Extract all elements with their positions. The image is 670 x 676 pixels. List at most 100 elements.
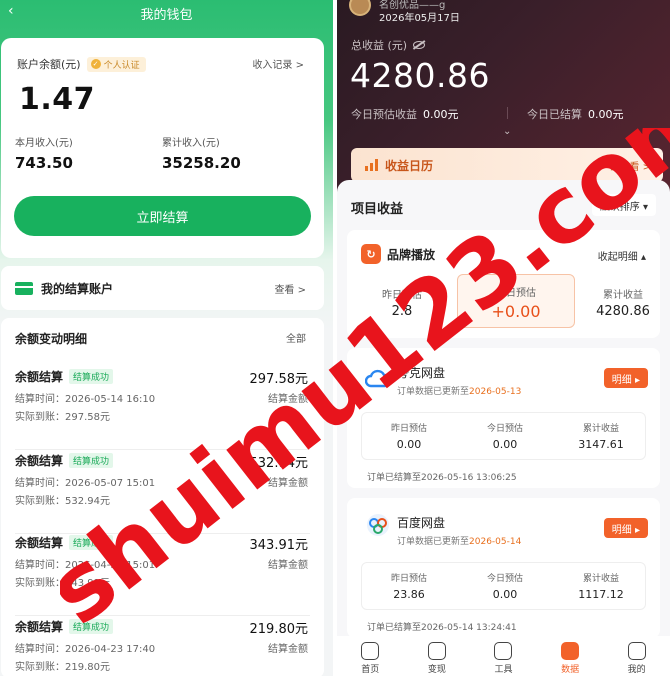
earnings-calendar-bar[interactable]: 收益日历 去看看 > [351,148,663,182]
tab-mine[interactable]: 我的 [603,636,670,676]
platform-settled-time: 订单已结算至2026-05-16 13:06:25 [367,473,517,483]
tab-data[interactable]: 数据 [537,636,604,676]
record-amount-label: 结算金额 [268,560,308,571]
brand-total: 累计收益 4280.86 [573,286,670,319]
settlement-record[interactable]: 余额结算 结算成功 结算时间：2026-05-14 16:10 实际到账：297.… [1,368,324,450]
brand-today: 今日预估 +0.00 [457,274,575,328]
tab-home[interactable]: 首页 [337,636,404,676]
month-income-value: 743.50 [15,154,73,172]
platform-updated-date: 2026-05-13 [469,387,522,397]
record-time: 结算时间：2026-04-23 17:40 [15,644,156,655]
total-earnings-label-row: 总收益 (元) [351,37,426,53]
record-amount: 532.94元 [249,456,309,471]
sort-dropdown[interactable]: 默认排序 ▾ [591,194,656,216]
balance-value: 1.47 [19,82,96,117]
platform-updated-label: 订单数据已更新至 [397,387,470,397]
collapse-details-toggle[interactable]: 收起明细 ▴ [598,248,646,263]
brand-total-label: 累计收益 [603,290,643,301]
platform-detail-button[interactable]: 明细 ▸ [603,368,648,388]
divider [15,615,310,616]
monetize-icon [427,642,446,660]
record-time: 结算时间：2026-05-14 16:10 [15,394,156,405]
settlement-record[interactable]: 余额结算 结算成功 结算时间：2026-04-30 15:01 实际到账：343.… [1,534,324,616]
stat-value: 3147.61 [578,438,624,451]
tab-tools[interactable]: 工具 [470,636,537,676]
total-earnings-value: 4280.86 [350,56,490,95]
settle-account-view-link[interactable]: 查看 > [274,281,306,296]
platform-stats: 昨日预估 0.00 今日预估 0.00 累计收益 3147.61 [361,412,646,460]
settlement-record[interactable]: 余额结算 结算成功 结算时间：2026-05-07 15:01 实际到账：532.… [1,452,324,534]
tab-label: 首页 [361,665,380,675]
avatar[interactable] [349,0,371,16]
verified-badge: ✓ 个人认证 [86,56,146,72]
status-badge: 结算成功 [69,369,114,384]
platform-card-quark: 夸克网盘 订单数据已更新至2026-05-13 明细 ▸ 昨日预估 0.00 今日… [347,348,660,488]
month-income-label: 本月收入(元) [15,138,73,149]
record-paid: 实际到账：532.94元 [15,496,110,507]
platform-name: 夸克网盘 [397,366,446,380]
bank-card-icon [15,281,33,295]
tab-label: 工具 [494,665,513,675]
platform-card-baidu: 百度网盘 订单数据已更新至2026-05-14 明细 ▸ 昨日预估 23.86 今… [347,498,660,638]
today-settled-label: 今日已结算 [527,108,582,121]
tab-label: 我的 [627,665,646,675]
stat-label: 今日预估 [486,424,523,434]
balance-label-row: 账户余额(元) ✓ 个人认证 [17,56,146,72]
stat-label: 累计收益 [582,574,619,584]
status-badge: 结算成功 [69,453,114,468]
cloud-icon [365,369,391,388]
total-income-value: 35258.20 [162,154,241,172]
settle-now-button[interactable]: 立即结算 [14,196,311,236]
record-amount-label: 结算金额 [268,478,308,489]
today-settled: 今日已结算 0.00元 [527,106,624,122]
brand-play-name: 品牌播放 [387,248,436,262]
brand-yesterday-label: 昨日预估 [382,290,422,301]
platform-stats: 昨日预估 23.86 今日预估 0.00 累计收益 1117.12 [361,562,646,610]
settle-account-row[interactable]: 我的结算账户 查看 > [1,266,324,310]
divider [15,449,310,450]
balance-changes-all-link[interactable]: 全部 [286,330,306,345]
tools-icon [494,642,513,660]
stat-label: 累计收益 [582,424,619,434]
project-earnings-panel: 项目收益 默认排序 ▾ ↻ 品牌播放 收起明细 ▴ 昨日预估 2.8 今日预估 +0… [337,180,670,650]
platform-detail-button[interactable]: 明细 ▸ [603,518,648,538]
stat-value: 0.00 [492,438,518,451]
eye-off-icon[interactable] [413,41,426,49]
platform-name: 百度网盘 [397,516,446,530]
earnings-screen: 名创优品——g 2026年05月17日 总收益 (元) 4280.86 今日预估… [337,0,670,676]
profile-icon [627,642,646,660]
home-icon [361,642,380,660]
stat-value: 0.00 [396,438,422,451]
status-badge: 结算成功 [69,619,114,634]
today-estimate-label: 今日预估收益 [351,108,417,121]
record-paid: 实际到账：343.91元 [15,578,110,589]
verified-icon: ✓ [90,59,101,69]
record-paid: 实际到账：219.80元 [15,662,110,673]
tab-monetize[interactable]: 变现 [404,636,471,676]
verified-badge-label: 个人认证 [103,60,140,71]
wallet-screen: ‹ 我的钱包 账户余额(元) ✓ 个人认证 收入记录 > 1.47 本月收入(元)… [0,0,333,676]
total-income-label: 累计收入(元) [162,138,220,149]
record-name: 余额结算 [15,370,64,384]
platform-updated: 订单数据已更新至2026-05-13 [397,384,521,397]
record-name: 余额结算 [15,620,64,634]
chevron-down-icon[interactable]: ⌄ [503,126,511,137]
income-record-link[interactable]: 收入记录 > [252,56,304,71]
brand-play-icon: ↻ [361,244,381,264]
today-estimate-value: 0.00元 [423,108,459,121]
earnings-calendar-link[interactable]: 去看看 > [609,158,651,173]
earnings-calendar-label: 收益日历 [385,158,434,173]
bottom-tab-bar: 首页 变现 工具 数据 我的 [337,636,670,676]
balance-card: 账户余额(元) ✓ 个人认证 收入记录 > 1.47 本月收入(元) 743.50… [1,38,324,258]
platform-updated-date: 2026-05-14 [469,537,522,547]
earnings-header: 名创优品——g 2026年05月17日 总收益 (元) 4280.86 今日预估… [337,0,670,200]
stat-label: 昨日预估 [390,574,427,584]
stat-label: 今日预估 [486,574,523,584]
stat-value: 0.00 [492,588,518,601]
record-name: 余额结算 [15,454,64,468]
platform-updated: 订单数据已更新至2026-05-14 [397,534,521,547]
divider [507,107,508,119]
back-icon[interactable]: ‹ [8,3,14,19]
settlement-record[interactable]: 余额结算 结算成功 结算时间：2026-04-23 17:40 实际到账：219.… [1,618,324,676]
stat-label: 昨日预估 [390,424,427,434]
